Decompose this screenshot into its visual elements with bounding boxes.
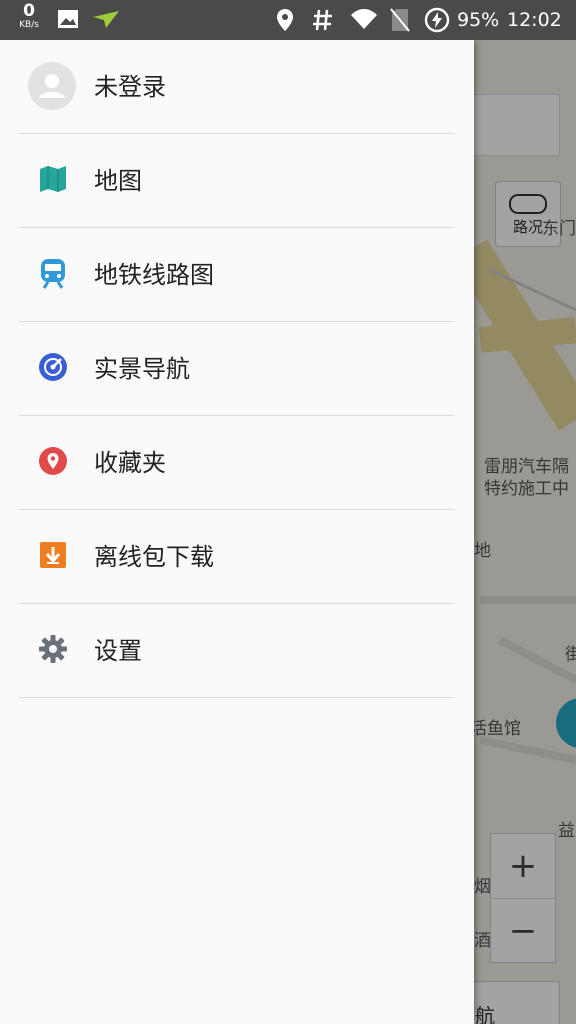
network-speed: 0 KB/s xyxy=(14,3,44,30)
hash-icon xyxy=(312,8,334,36)
image-icon xyxy=(57,8,79,34)
menu-item-label: 设置 xyxy=(94,637,142,665)
location-icon xyxy=(276,8,294,36)
menu-item-offline-download[interactable]: 离线包下载 xyxy=(0,510,474,604)
download-icon xyxy=(36,538,70,572)
menu-item-live-navigation[interactable]: 实景导航 xyxy=(0,322,474,416)
menu-item-map[interactable]: 地图 xyxy=(0,134,474,228)
battery-percent: 95% xyxy=(457,9,500,31)
navigation-drawer: 未登录 地图 地铁线路图 实景导航 收藏夹 离线包下载 设置 xyxy=(0,40,474,1024)
battery-saver-icon xyxy=(424,7,450,37)
divider xyxy=(19,697,454,698)
menu-item-label: 地图 xyxy=(94,167,142,195)
menu-item-favorites[interactable]: 收藏夹 xyxy=(0,416,474,510)
network-speed-unit: KB/s xyxy=(19,20,39,30)
send-icon xyxy=(92,8,120,34)
compass-icon xyxy=(36,350,70,384)
menu-item-label: 离线包下载 xyxy=(94,543,214,571)
no-sim-icon xyxy=(390,8,410,36)
user-login-label: 未登录 xyxy=(94,73,166,101)
favorite-pin-icon xyxy=(36,444,70,478)
menu-item-subway[interactable]: 地铁线路图 xyxy=(0,228,474,322)
user-login-item[interactable]: 未登录 xyxy=(0,40,474,134)
gear-icon xyxy=(36,632,70,666)
menu-item-settings[interactable]: 设置 xyxy=(0,604,474,698)
menu-item-label: 实景导航 xyxy=(94,355,190,383)
menu-item-label: 地铁线路图 xyxy=(94,261,214,289)
status-bar: 0 KB/s 95% 12:02 xyxy=(0,0,576,40)
map-icon xyxy=(36,162,70,196)
wifi-icon xyxy=(350,8,378,34)
menu-item-label: 收藏夹 xyxy=(94,449,166,477)
avatar xyxy=(28,62,76,110)
clock: 12:02 xyxy=(507,9,562,31)
network-speed-value: 0 xyxy=(23,1,35,21)
subway-icon xyxy=(36,256,70,290)
